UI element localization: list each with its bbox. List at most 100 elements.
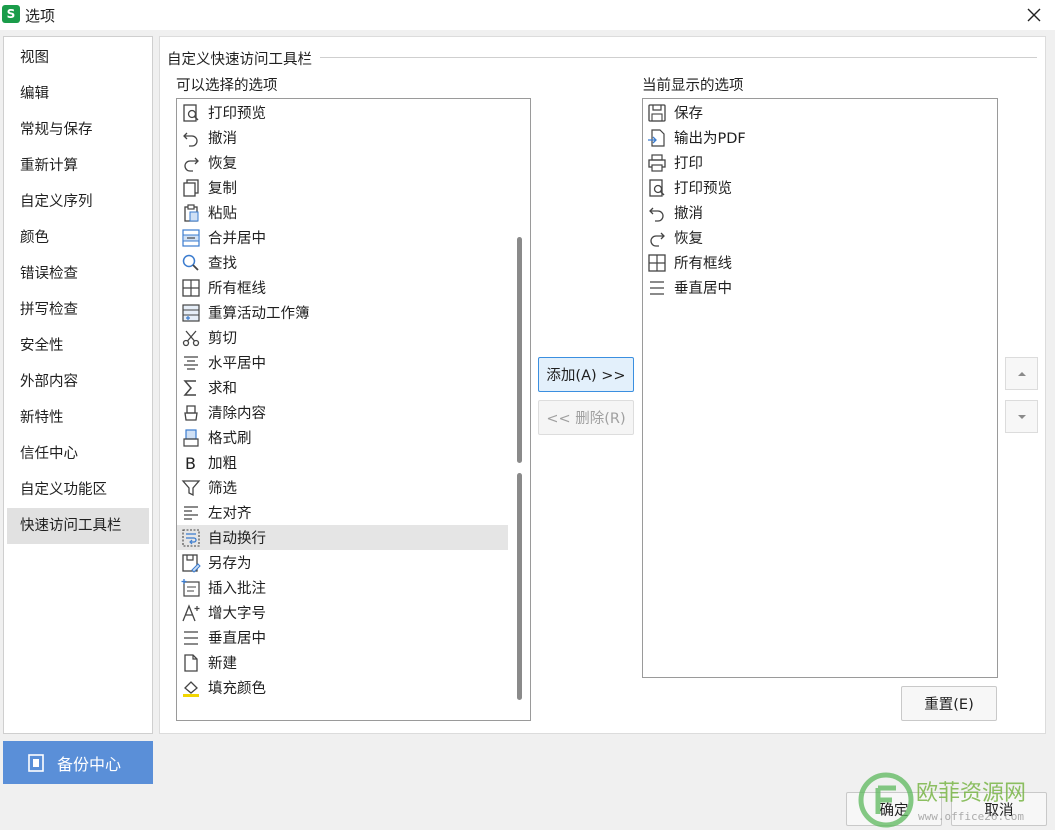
current-option-item[interactable]: 输出为PDF bbox=[643, 125, 997, 150]
app-logo-icon: S bbox=[2, 5, 20, 23]
sidebar-item-general-save[interactable]: 常规与保存 bbox=[7, 112, 149, 148]
available-option-item[interactable]: 恢复 bbox=[177, 150, 508, 175]
available-option-item[interactable]: 打印预览 bbox=[177, 100, 508, 125]
move-up-button[interactable] bbox=[1005, 357, 1038, 390]
close-button[interactable] bbox=[1021, 2, 1047, 28]
current-option-item[interactable]: 恢复 bbox=[643, 225, 997, 250]
current-options-list[interactable]: 保存输出为PDF 打印打印预览撤消恢复所有框线垂直居中 bbox=[642, 98, 998, 678]
sidebar-item-quick-access-toolbar[interactable]: 快速访问工具栏 bbox=[7, 508, 149, 544]
sidebar-item-security[interactable]: 安全性 bbox=[7, 328, 149, 364]
current-option-item-label: 打印预览 bbox=[674, 181, 732, 197]
sidebar-item-spell-check[interactable]: 拼写检查 bbox=[7, 292, 149, 328]
current-option-item[interactable]: 垂直居中 bbox=[643, 275, 997, 300]
clear-content-icon bbox=[184, 404, 198, 421]
current-option-item[interactable]: 打印 bbox=[643, 150, 997, 175]
available-option-item-label: 打印预览 bbox=[208, 106, 266, 122]
available-option-item[interactable]: 左对齐 bbox=[177, 500, 508, 525]
cut-icon bbox=[182, 330, 200, 346]
available-option-item[interactable]: B 加粗 bbox=[177, 450, 508, 475]
available-options-label: 可以选择的选项 bbox=[176, 78, 278, 94]
current-option-item[interactable]: 所有框线 bbox=[643, 250, 997, 275]
options-sidebar: 视图 编辑 常规与保存 重新计算 自定义序列 颜色 错误检查 拼写检查 安全性 … bbox=[3, 36, 153, 734]
current-option-item[interactable]: 撤消 bbox=[643, 200, 997, 225]
merge-center-icon bbox=[182, 228, 200, 247]
remove-button[interactable]: << 删除(R) bbox=[538, 400, 634, 435]
reset-button[interactable]: 重置(E) bbox=[901, 686, 997, 721]
chevron-up-icon bbox=[1017, 371, 1026, 376]
available-option-item-label: 所有框线 bbox=[208, 281, 266, 297]
sidebar-item-edit[interactable]: 编辑 bbox=[7, 76, 149, 112]
sidebar-item-color[interactable]: 颜色 bbox=[7, 220, 149, 256]
print-preview-icon bbox=[183, 103, 199, 122]
available-option-item[interactable]: 粘贴 bbox=[177, 200, 508, 225]
available-option-item-label: 剪切 bbox=[208, 331, 237, 347]
current-option-item[interactable]: 打印预览 bbox=[643, 175, 997, 200]
wrap-text-icon bbox=[182, 528, 200, 547]
watermark-url: www.office26.com bbox=[918, 810, 1024, 823]
available-option-item[interactable]: 复制 bbox=[177, 175, 508, 200]
available-option-item-label: 加粗 bbox=[208, 456, 237, 472]
middle-align-icon bbox=[650, 280, 664, 295]
align-center-icon bbox=[184, 355, 198, 370]
available-option-item[interactable]: 填充颜色 bbox=[177, 675, 508, 700]
available-option-item-label: 新建 bbox=[208, 656, 237, 672]
current-option-item-label: 打印 bbox=[674, 156, 703, 172]
bold-icon: B bbox=[185, 454, 196, 473]
available-list-scrollbar[interactable] bbox=[516, 99, 524, 720]
sidebar-item-error-check[interactable]: 错误检查 bbox=[7, 256, 149, 292]
available-option-item[interactable]: 垂直居中 bbox=[177, 625, 508, 650]
sidebar-item-custom-lists[interactable]: 自定义序列 bbox=[7, 184, 149, 220]
search-icon bbox=[182, 254, 199, 271]
available-option-item-label: 重算活动工作簿 bbox=[208, 306, 310, 322]
available-option-item[interactable]: 水平居中 bbox=[177, 350, 508, 375]
available-option-item[interactable]: 查找 bbox=[177, 250, 508, 275]
increase-font-icon bbox=[182, 603, 200, 621]
available-option-item[interactable]: 重算活动工作簿 bbox=[177, 300, 508, 325]
all-borders-icon bbox=[648, 253, 666, 272]
sidebar-item-recalculate[interactable]: 重新计算 bbox=[7, 148, 149, 184]
available-option-item[interactable]: 增大字号 bbox=[177, 600, 508, 625]
paste-icon bbox=[184, 203, 199, 222]
copy-icon bbox=[183, 178, 199, 197]
available-option-item-label: 填充颜色 bbox=[208, 681, 266, 697]
available-option-item-label: 求和 bbox=[208, 381, 237, 397]
current-option-item[interactable]: 保存 bbox=[643, 100, 997, 125]
sidebar-item-new-features[interactable]: 新特性 bbox=[7, 400, 149, 436]
watermark-title: 欧菲资源网 bbox=[916, 781, 1026, 806]
available-option-item[interactable]: 撤消 bbox=[177, 125, 508, 150]
available-option-item[interactable]: 求和 bbox=[177, 375, 508, 400]
available-option-item-label: 格式刷 bbox=[208, 431, 252, 447]
backup-center-button[interactable]: 备份中心 bbox=[3, 741, 153, 784]
svg-text:B: B bbox=[185, 454, 196, 473]
undo-icon bbox=[649, 207, 664, 222]
scrollbar-thumb-upper[interactable] bbox=[517, 237, 522, 463]
available-option-item-label: 复制 bbox=[208, 181, 237, 197]
scrollbar-thumb-lower[interactable] bbox=[517, 473, 522, 700]
move-down-button[interactable] bbox=[1005, 400, 1038, 433]
available-option-item[interactable]: 合并居中 bbox=[177, 225, 508, 250]
add-button[interactable]: 添加(A) >> bbox=[538, 357, 634, 392]
available-option-item[interactable]: 清除内容 bbox=[177, 400, 508, 425]
available-option-item[interactable]: 剪切 bbox=[177, 325, 508, 350]
available-option-item[interactable]: 插入批注 bbox=[177, 575, 508, 600]
sidebar-item-external-content[interactable]: 外部内容 bbox=[7, 364, 149, 400]
current-option-item-label: 垂直居中 bbox=[674, 281, 732, 297]
current-option-item-label: 输出为PDF bbox=[674, 131, 746, 147]
current-option-item-label: 撤消 bbox=[674, 206, 703, 222]
available-option-item[interactable]: 格式刷 bbox=[177, 425, 508, 450]
available-option-item[interactable]: 自动换行 bbox=[177, 525, 508, 550]
available-option-item[interactable]: 另存为 bbox=[177, 550, 508, 575]
available-option-item[interactable]: 新建 bbox=[177, 650, 508, 675]
sidebar-item-customize-ribbon[interactable]: 自定义功能区 bbox=[7, 472, 149, 508]
available-options-list[interactable]: 打印预览撤消 恢复复制粘贴 合并居中 查找所有框线重算活动工作簿 剪切水平居中求和清除内… bbox=[176, 98, 531, 721]
current-option-item-label: 恢复 bbox=[674, 231, 703, 247]
recalculate-icon bbox=[182, 303, 200, 322]
available-option-item-label: 左对齐 bbox=[208, 506, 252, 522]
available-option-item[interactable]: 筛选 bbox=[177, 475, 508, 500]
available-option-item[interactable]: 所有框线 bbox=[177, 275, 508, 300]
sidebar-item-trust-center[interactable]: 信任中心 bbox=[7, 436, 149, 472]
backup-icon bbox=[28, 753, 44, 772]
redo-icon bbox=[650, 232, 665, 247]
sidebar-item-view[interactable]: 视图 bbox=[7, 40, 149, 76]
insert-comment-icon bbox=[181, 578, 200, 597]
